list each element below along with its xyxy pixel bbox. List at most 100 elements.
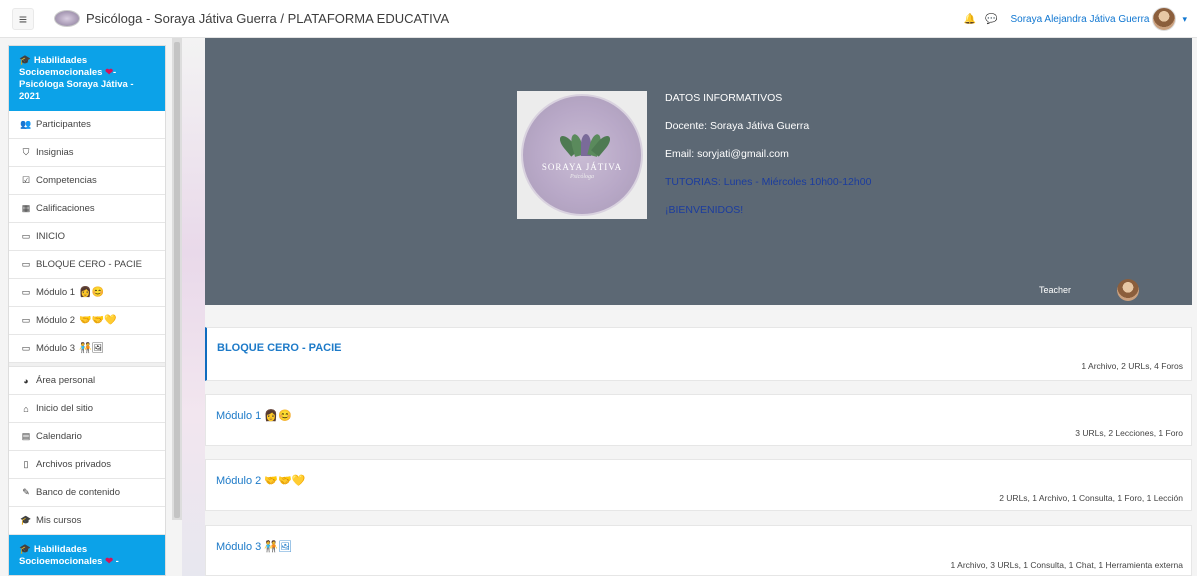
sidebar-item-calendario[interactable]: ▤ Calendario — [9, 423, 165, 451]
emoji-icon: 🧑‍🤝‍🧑🖼 — [264, 541, 292, 553]
sidebar-item-modulo-1[interactable]: ▭ Módulo 1 👩😊 — [9, 279, 165, 307]
calendar-icon: ▤ — [21, 431, 31, 441]
sidebar-item-inicio[interactable]: ▭ INICIO — [9, 223, 165, 251]
heart-icon: ❤ — [105, 556, 114, 567]
section-title-text: Módulo 1 — [216, 410, 262, 422]
sidebar-item-insignias[interactable]: ⛉ Insignias — [9, 139, 165, 167]
users-icon: 👥 — [20, 119, 32, 129]
sidebar-item-course-bottom[interactable]: 🎓 Habilidades Socioemocionales ❤ - — [9, 535, 165, 575]
site-title[interactable]: Psicóloga - Soraya Játiva Guerra / PLATA… — [86, 11, 449, 26]
sidebar-item-label: Módulo 3 — [36, 343, 76, 354]
logo-name: SORAYA JÁTIVA — [541, 162, 623, 172]
section-summary: 1 Archivo, 2 URLs, 4 Foros — [1081, 361, 1183, 371]
section-title-text: Módulo 2 — [216, 475, 262, 487]
info-tutorias: TUTORIAS: Lunes - Miércoles 10h00-12h00 — [665, 176, 872, 188]
sidebar-scrollbar-thumb[interactable] — [174, 42, 180, 518]
check-square-icon: ☑ — [21, 175, 31, 185]
sidebar-item-label: Módulo 1 — [36, 287, 76, 298]
sidebar-item-label: Inicio del sitio — [36, 403, 94, 414]
bell-icon[interactable]: 🔔 — [964, 14, 976, 25]
course-header-banner: SORAYA JÁTIVA Psicóloga DATOS INFORMATIV… — [205, 38, 1192, 305]
section-summary: 3 URLs, 2 Lecciones, 1 Foro — [1075, 428, 1183, 438]
home-icon: ⌂ — [23, 403, 29, 414]
sidebar-course-suffix: - — [115, 556, 119, 567]
sidebar-item-mis-cursos[interactable]: 🎓 Mis cursos — [9, 507, 165, 535]
section-title-text: Módulo 3 — [216, 541, 262, 553]
sidebar-item-label: Insignias — [36, 147, 74, 158]
emoji-icon: 🤝🤝💛 — [79, 315, 117, 326]
user-menu-name[interactable]: Soraya Alejandra Játiva Guerra — [1011, 14, 1150, 25]
sidebar-item-modulo-3[interactable]: ▭ Módulo 3 🧑‍🤝‍🧑🖼 — [9, 335, 165, 363]
graduation-cap-icon: 🎓 — [20, 515, 32, 525]
section-card-bloque-cero: BLOQUE CERO - PACIE 1 Archivo, 2 URLs, 4… — [205, 327, 1192, 381]
sidebar-item-modulo-2[interactable]: ▭ Módulo 2 🤝🤝💛 — [9, 307, 165, 335]
folder-icon: ▭ — [21, 315, 31, 325]
hamburger-icon: ≡ — [18, 10, 28, 27]
sidebar-item-label: INICIO — [36, 231, 66, 242]
emoji-icon: 🧑‍🤝‍🧑🖼 — [79, 343, 105, 354]
sidebar-item-area-personal[interactable]: ◕ Área personal — [9, 367, 165, 395]
sidebar-item-label: Calendario — [36, 431, 82, 442]
graduation-cap-icon: 🎓 — [19, 55, 31, 66]
teacher-avatar[interactable] — [1117, 279, 1139, 301]
teacher-label: Teacher — [1039, 285, 1072, 295]
file-icon: ▯ — [23, 459, 29, 469]
logo-circle: SORAYA JÁTIVA Psicóloga — [521, 94, 643, 216]
heart-icon: ❤ — [105, 67, 114, 78]
sidebar-item-label: Participantes — [36, 119, 91, 130]
section-title[interactable]: BLOQUE CERO - PACIE — [217, 342, 341, 354]
logo-sub: Psicóloga — [570, 174, 594, 180]
course-sidebar: 🎓 Habilidades Socioemocionales ❤- Psicólo… — [8, 45, 166, 576]
sidebar-course-title: Habilidades Socioemocionales — [19, 55, 103, 78]
folder-icon: ▭ — [21, 287, 31, 297]
course-info: DATOS INFORMATIVOS Docente: Soraya Játiv… — [665, 92, 871, 232]
user-nav: 🔔 💬 Soraya Alejandra Játiva Guerra ▾ — [964, 0, 1187, 38]
section-card-modulo-3: Módulo 3 🧑‍🤝‍🧑🖼 1 Archivo, 3 URLs, 1 Con… — [205, 525, 1192, 576]
avatar[interactable] — [1152, 7, 1177, 31]
section-summary: 1 Archivo, 3 URLs, 1 Consulta, 1 Chat, 1… — [950, 560, 1183, 570]
top-navbar: ≡ Psicóloga - Soraya Játiva Guerra / PLA… — [0, 0, 1197, 38]
sidebar-item-label: Módulo 2 — [36, 315, 76, 326]
section-summary: 2 URLs, 1 Archivo, 1 Consulta, 1 Foro, 1… — [999, 493, 1183, 503]
shield-icon: ⛉ — [22, 147, 30, 157]
sidebar-item-label: Archivos privados — [36, 459, 111, 470]
menu-toggle-button[interactable]: ≡ — [12, 7, 34, 30]
section-title[interactable]: Módulo 3 🧑‍🤝‍🧑🖼 — [216, 540, 292, 553]
sidebar-item-label: Competencias — [36, 175, 97, 186]
sidebar-item-label: Banco de contenido — [36, 487, 120, 498]
graduation-cap-icon: 🎓 — [19, 544, 31, 555]
emoji-icon: 👩😊 — [79, 287, 104, 298]
pen-icon: ✎ — [22, 487, 30, 497]
sidebar-item-label: Área personal — [36, 375, 96, 386]
folder-icon: ▭ — [21, 343, 31, 353]
info-docente: Docente: Soraya Játiva Guerra — [665, 120, 810, 132]
sidebar-item-inicio-sitio[interactable]: ⌂ Inicio del sitio — [9, 395, 165, 423]
sidebar-item-bloque-cero[interactable]: ▭ BLOQUE CERO - PACIE — [9, 251, 165, 279]
sidebar-course-title: Habilidades Socioemocionales — [19, 544, 103, 567]
sidebar-item-calificaciones[interactable]: ▦ Calificaciones — [9, 195, 165, 223]
section-card-modulo-2: Módulo 2 🤝🤝💛 2 URLs, 1 Archivo, 1 Consul… — [205, 459, 1192, 511]
dashboard-icon: ◕ — [23, 375, 29, 386]
section-title[interactable]: Módulo 2 🤝🤝💛 — [216, 474, 305, 487]
folder-icon: ▭ — [21, 259, 31, 269]
section-title[interactable]: Módulo 1 👩😊 — [216, 409, 292, 422]
sidebar-item-label: Calificaciones — [36, 203, 95, 214]
course-logo: SORAYA JÁTIVA Psicóloga — [517, 91, 647, 219]
info-heading: DATOS INFORMATIVOS — [665, 92, 783, 104]
sidebar-item-course[interactable]: 🎓 Habilidades Socioemocionales ❤- Psicólo… — [9, 46, 165, 111]
sidebar-item-archivos[interactable]: ▯ Archivos privados — [9, 451, 165, 479]
site-logo[interactable] — [54, 10, 80, 27]
emoji-icon: 👩😊 — [264, 410, 292, 422]
background-strip — [182, 38, 205, 576]
emoji-icon: 🤝🤝💛 — [264, 475, 306, 487]
chat-icon[interactable]: 💬 — [985, 14, 997, 25]
sidebar-item-participantes[interactable]: 👥 Participantes — [9, 111, 165, 139]
info-email: Email: soryjati@gmail.com — [665, 148, 789, 160]
folder-icon: ▭ — [21, 231, 31, 241]
sidebar-item-competencias[interactable]: ☑ Competencias — [9, 167, 165, 195]
sidebar-item-banco[interactable]: ✎ Banco de contenido — [9, 479, 165, 507]
info-welcome: ¡BIENVENIDOS! — [665, 204, 744, 216]
section-card-modulo-1: Módulo 1 👩😊 3 URLs, 2 Lecciones, 1 Foro — [205, 394, 1192, 446]
sidebar-item-label: BLOQUE CERO - PACIE — [36, 259, 142, 270]
chevron-down-icon[interactable]: ▾ — [1182, 14, 1187, 25]
